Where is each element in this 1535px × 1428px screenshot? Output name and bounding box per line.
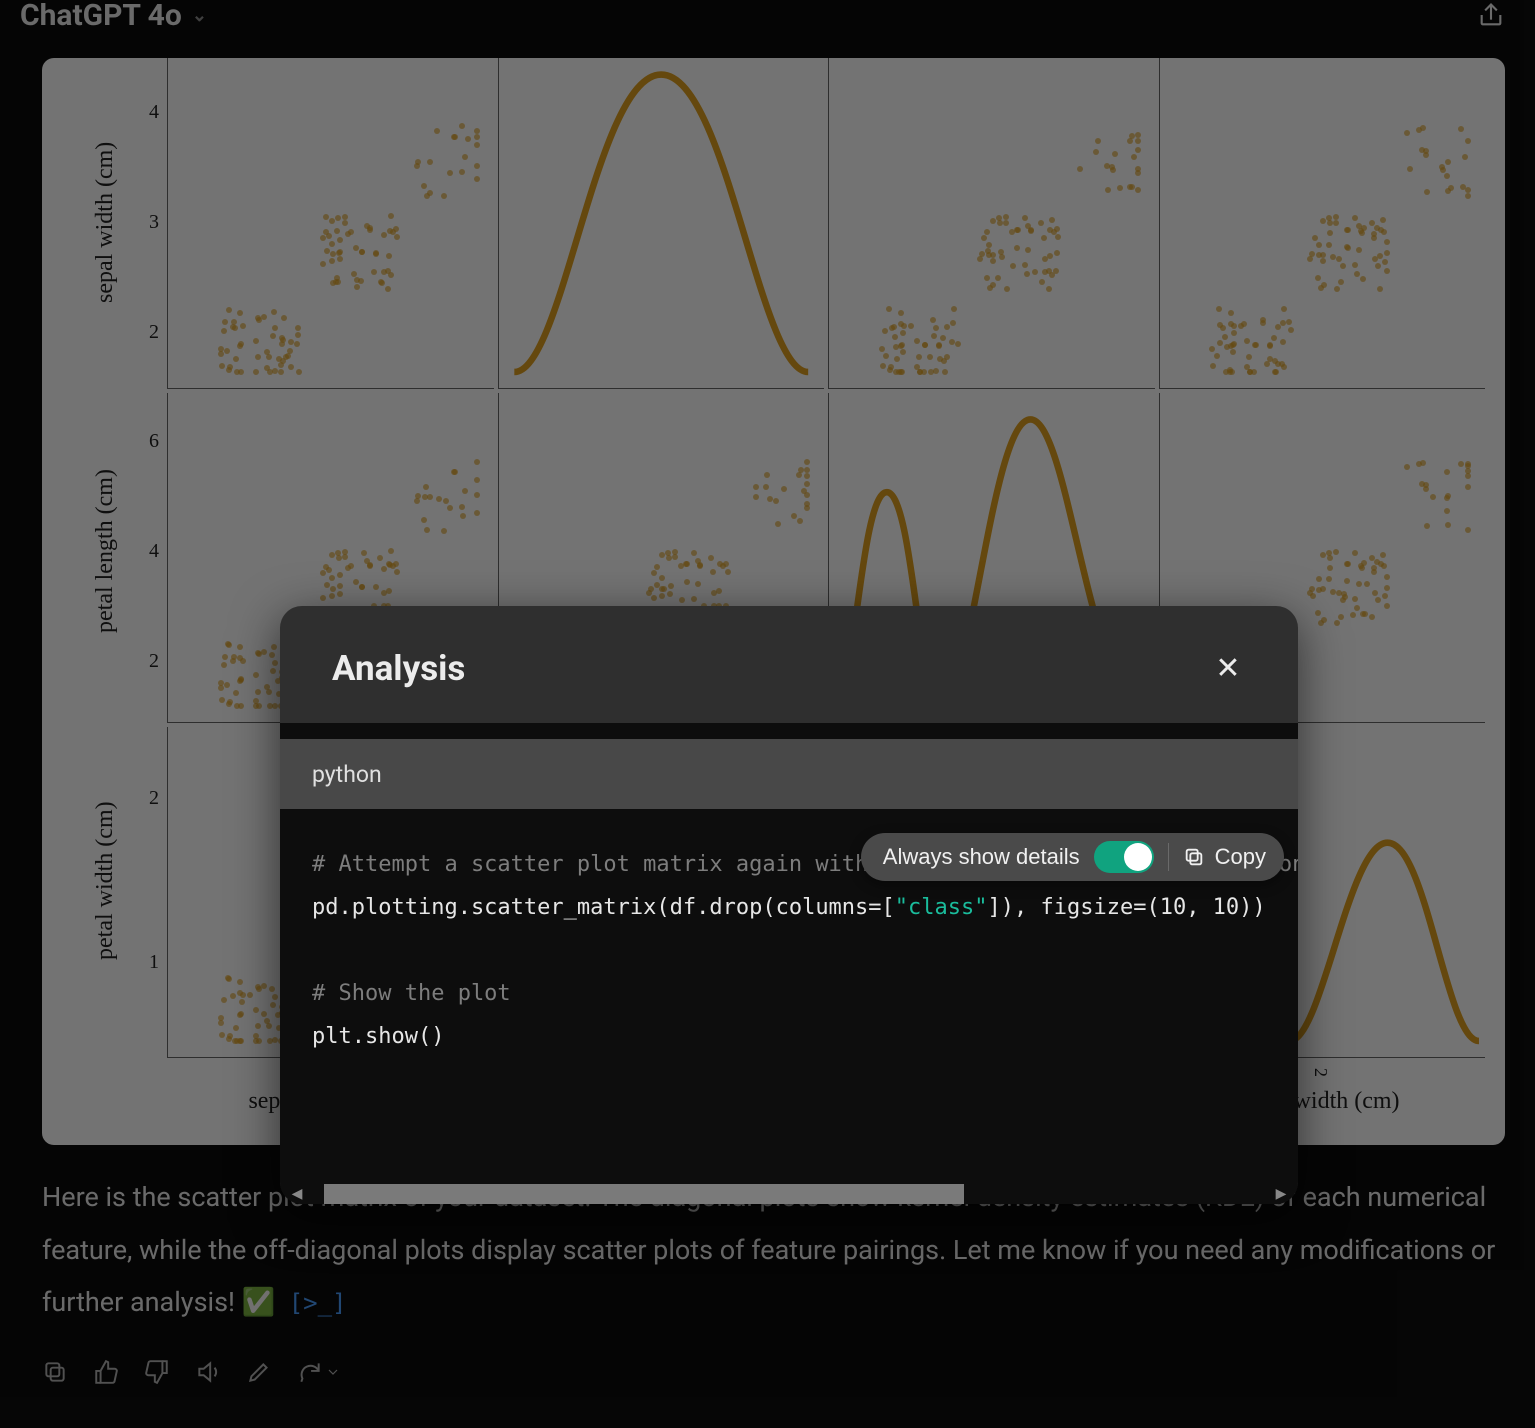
code-line: pd.plotting.scatter_matrix(df.drop(colum… bbox=[312, 895, 895, 920]
scroll-right-arrow[interactable]: ▶ bbox=[1274, 1186, 1288, 1202]
code-comment: # Show the plot bbox=[312, 981, 511, 1006]
scroll-left-arrow[interactable]: ◀ bbox=[290, 1186, 304, 1202]
code-toolbar-pill: Always show details Copy bbox=[861, 833, 1284, 881]
always-show-details-label: Always show details bbox=[883, 836, 1080, 879]
copy-label: Copy bbox=[1215, 836, 1266, 879]
code-string: "class" bbox=[895, 895, 988, 920]
toggle-knob bbox=[1124, 843, 1152, 871]
code-language-label: python bbox=[280, 739, 1298, 809]
modal-title: Analysis bbox=[332, 648, 465, 689]
close-icon[interactable]: ✕ bbox=[1210, 651, 1246, 687]
analysis-modal: Analysis ✕ python # Attempt a scatter pl… bbox=[280, 606, 1298, 1204]
copy-button[interactable]: Copy bbox=[1183, 836, 1266, 879]
divider bbox=[1168, 843, 1169, 871]
code-block[interactable]: # Attempt a scatter plot matrix again wi… bbox=[280, 809, 1298, 1184]
always-show-details-toggle[interactable] bbox=[1094, 841, 1154, 873]
scrollbar-track[interactable] bbox=[304, 1184, 1274, 1204]
copy-icon bbox=[1183, 846, 1205, 868]
horizontal-scrollbar[interactable]: ◀ ▶ bbox=[280, 1184, 1298, 1204]
code-line: plt.show() bbox=[312, 1024, 444, 1049]
scrollbar-thumb[interactable] bbox=[324, 1184, 964, 1204]
code-line: ]), figsize=(10, 10)) bbox=[988, 895, 1266, 920]
